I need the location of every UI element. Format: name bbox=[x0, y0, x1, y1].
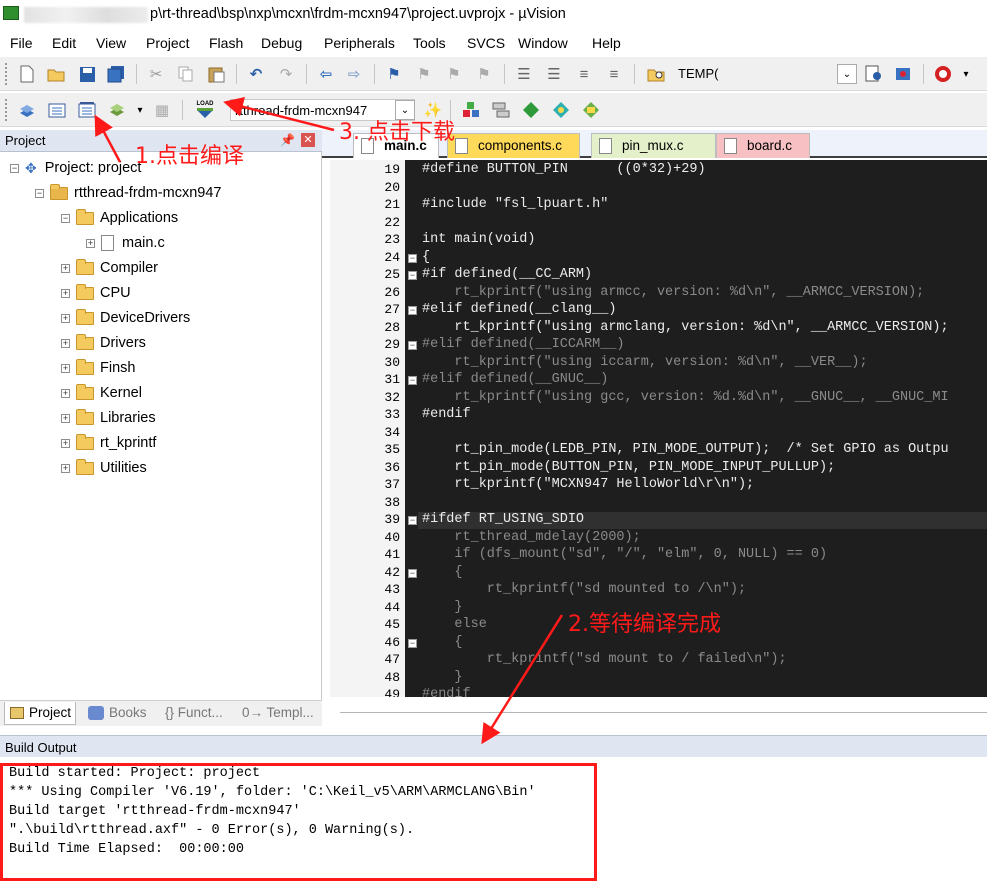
arrow-to-build bbox=[94, 114, 122, 163]
annotation-step3: 3. 点击下载 bbox=[339, 120, 455, 145]
annotation-step1: 1.点击编译 bbox=[135, 144, 244, 169]
arrow-to-download bbox=[223, 97, 335, 132]
annotation-arrows bbox=[94, 97, 564, 745]
annotation-step2: 2.等待编译完成 bbox=[568, 612, 721, 637]
arrow-to-build-output bbox=[481, 614, 564, 745]
